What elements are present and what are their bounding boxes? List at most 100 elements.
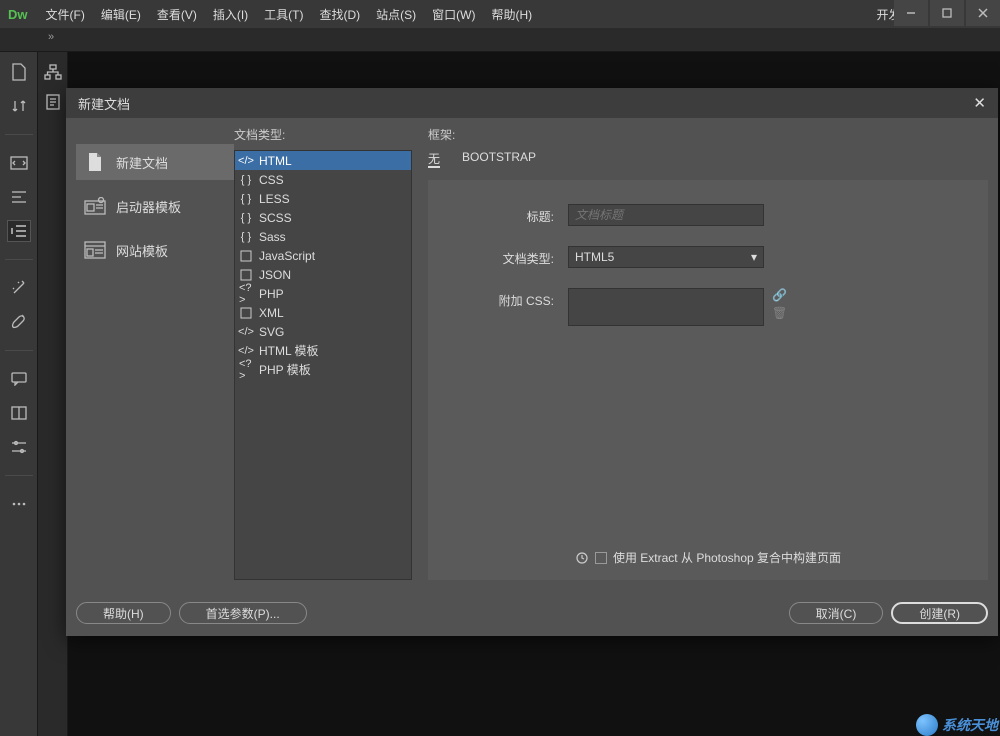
- doc-type-heading: 文档类型:: [234, 126, 412, 144]
- create-button[interactable]: 创建(R): [891, 602, 988, 624]
- doctype-label: 文档类型:: [448, 246, 568, 267]
- json-icon: [239, 268, 253, 282]
- help-button[interactable]: 帮助(H): [76, 602, 171, 624]
- doctype-php-template[interactable]: <?>PHP 模板: [235, 360, 411, 379]
- close-button[interactable]: [966, 0, 1000, 26]
- tree-icon[interactable]: [42, 62, 64, 82]
- attached-css-list[interactable]: [568, 288, 764, 326]
- titlebar: Dw 文件(F) 编辑(E) 查看(V) 插入(I) 工具(T) 查找(D) 站…: [0, 0, 1000, 28]
- title-label: 标题:: [448, 204, 568, 225]
- more-icon[interactable]: [8, 494, 30, 514]
- menu-edit[interactable]: 编辑(E): [101, 6, 141, 23]
- extract-icon: [575, 551, 589, 565]
- category-label: 网站模板: [116, 241, 168, 260]
- menu-find[interactable]: 查找(D): [319, 6, 360, 23]
- css-label: 附加 CSS:: [448, 288, 568, 309]
- maximize-button[interactable]: [930, 0, 964, 26]
- menu-window[interactable]: 窗口(W): [432, 6, 475, 23]
- doctype-css[interactable]: { }CSS: [235, 170, 411, 189]
- menu-tools[interactable]: 工具(T): [264, 6, 303, 23]
- doctype-javascript[interactable]: JavaScript: [235, 246, 411, 265]
- tpl-icon: <?>: [239, 363, 253, 377]
- doctype-xml[interactable]: XML: [235, 303, 411, 322]
- comment-icon[interactable]: [8, 369, 30, 389]
- doctype-value: HTML5: [575, 250, 614, 264]
- doctype-scss[interactable]: { }SCSS: [235, 208, 411, 227]
- doctype-svg[interactable]: </> SVG: [235, 322, 411, 341]
- doctype-label: HTML 模板: [259, 342, 319, 359]
- doctype-html-template[interactable]: </> HTML 模板: [235, 341, 411, 360]
- swap-icon[interactable]: [8, 96, 30, 116]
- doctype-html[interactable]: </> HTML: [235, 151, 411, 170]
- dialog-titlebar: 新建文档 ✕: [66, 88, 998, 118]
- watermark-text: 系统天地: [942, 715, 998, 735]
- dialog-title: 新建文档: [78, 94, 130, 113]
- site-template-icon: [84, 240, 106, 260]
- svg-icon: </>: [239, 325, 253, 339]
- js-icon: [239, 249, 253, 263]
- doctype-label: JSON: [259, 268, 291, 282]
- category-label: 新建文档: [116, 153, 168, 172]
- panel-column: [38, 52, 68, 736]
- extract-checkbox[interactable]: [595, 552, 607, 564]
- menu-site[interactable]: 站点(S): [376, 6, 416, 23]
- format-icon[interactable]: [8, 187, 30, 207]
- category-site-templates[interactable]: 网站模板: [76, 232, 234, 268]
- doctype-php[interactable]: <?> PHP: [235, 284, 411, 303]
- tpl-icon: </>: [239, 344, 253, 358]
- doctype-json[interactable]: JSON: [235, 265, 411, 284]
- category-starter-templates[interactable]: 启动器模板: [76, 188, 234, 224]
- doctype-label: LESS: [259, 192, 290, 206]
- code-icon[interactable]: [8, 153, 30, 173]
- doctype-label: HTML: [259, 154, 292, 168]
- link-css-icon[interactable]: 🔗: [772, 288, 787, 302]
- document-panel-icon[interactable]: [42, 92, 64, 112]
- cancel-button[interactable]: 取消(C): [789, 602, 884, 624]
- new-doc-icon: [84, 152, 106, 172]
- doctype-label: Sass: [259, 230, 286, 244]
- tab-chevron-icon[interactable]: »: [48, 31, 54, 43]
- category-list: 新建文档 启动器模板 网站模板: [76, 126, 234, 578]
- menu-help[interactable]: 帮助(H): [491, 6, 532, 23]
- menu-insert[interactable]: 插入(I): [213, 6, 248, 23]
- document-type-column: 文档类型: </>HTML { }CSS { }LESS { }SCSS { }…: [234, 126, 412, 578]
- doctype-label: CSS: [259, 173, 284, 187]
- framework-tabs: 无 BOOTSTRAP: [428, 150, 988, 168]
- doctype-label: PHP: [259, 287, 284, 301]
- doctype-select[interactable]: HTML5 ▾: [568, 246, 764, 268]
- doctype-sass[interactable]: { } Sass: [235, 227, 411, 246]
- xml-icon: [239, 306, 253, 320]
- braces-icon: { }: [239, 230, 253, 244]
- category-new-document[interactable]: 新建文档: [76, 144, 234, 180]
- options-panel: 框架: 无 BOOTSTRAP 标题: 文档类型: HTML5 ▾: [412, 126, 988, 578]
- braces-icon: { }: [239, 192, 253, 206]
- title-input[interactable]: [568, 204, 764, 226]
- window-controls: [892, 0, 1000, 26]
- wand-icon[interactable]: [8, 278, 30, 298]
- form-panel: 标题: 文档类型: HTML5 ▾ 附加 CSS:: [428, 180, 988, 580]
- code-icon: </>: [239, 154, 253, 168]
- brush-icon[interactable]: [8, 312, 30, 332]
- extract-label: 使用 Extract 从 Photoshop 复合中构建页面: [613, 549, 841, 566]
- indent-icon[interactable]: [8, 221, 30, 241]
- new-document-dialog: 新建文档 ✕ 新建文档 启动器模板 网站模板: [66, 88, 998, 636]
- framework-heading: 框架:: [428, 126, 988, 144]
- doctype-label: SVG: [259, 325, 284, 339]
- php-icon: <?>: [239, 287, 253, 301]
- settings-icon[interactable]: [8, 437, 30, 457]
- menu-file[interactable]: 文件(F): [46, 6, 85, 23]
- document-type-list[interactable]: </> HTML { }CSS { } LESS { }SCSS { } Sass J…: [234, 150, 412, 580]
- close-icon[interactable]: ✕: [973, 94, 986, 112]
- split-icon[interactable]: [8, 403, 30, 423]
- extract-row: 使用 Extract 从 Photoshop 复合中构建页面: [428, 549, 988, 566]
- doctype-less[interactable]: { } LESS: [235, 189, 411, 208]
- menu-view[interactable]: 查看(V): [157, 6, 197, 23]
- preferences-button[interactable]: 首选参数(P)...: [179, 602, 307, 624]
- minimize-button[interactable]: [894, 0, 928, 26]
- frame-tab-none[interactable]: 无: [428, 150, 440, 168]
- remove-css-icon[interactable]: 🗑: [772, 306, 787, 320]
- starter-icon: [84, 196, 106, 216]
- frame-tab-bootstrap[interactable]: BOOTSTRAP: [462, 150, 536, 168]
- file-icon[interactable]: [8, 62, 30, 82]
- app-logo: Dw: [8, 7, 28, 22]
